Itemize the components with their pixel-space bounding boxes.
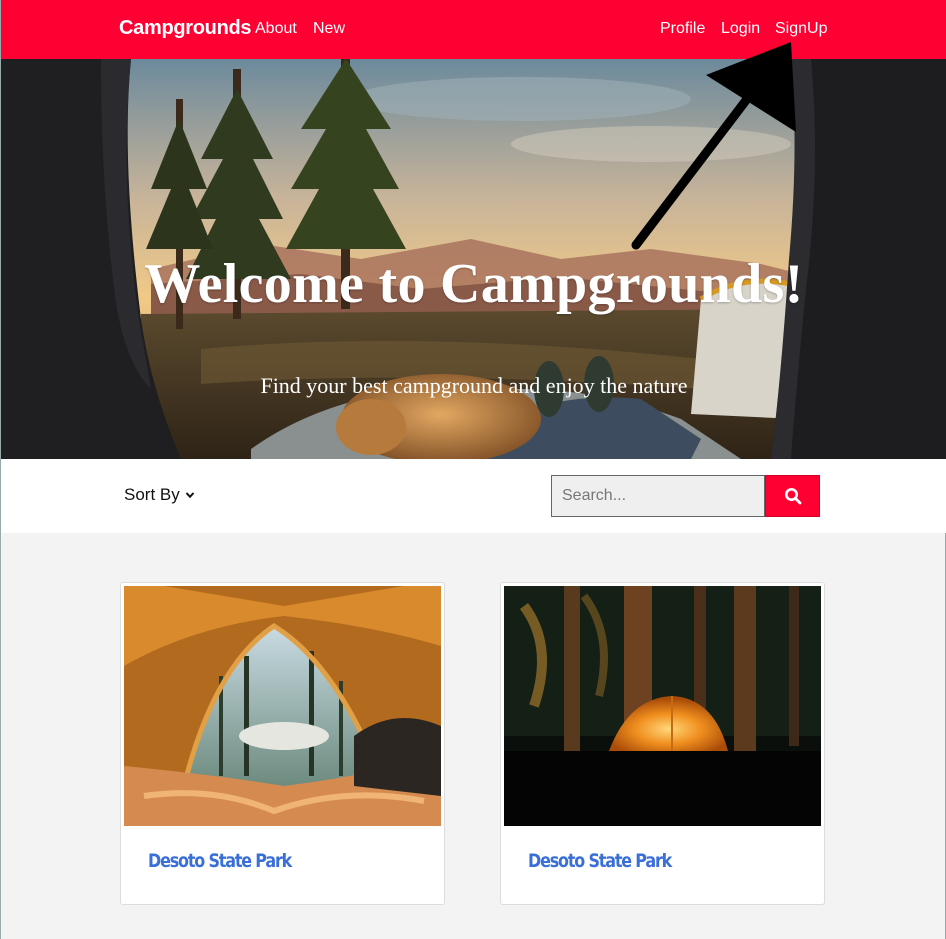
hero-title: Welcome to Campgrounds!	[144, 253, 804, 315]
chevron-down-icon	[185, 492, 194, 499]
campground-title-link[interactable]: Desoto State Park	[148, 850, 292, 872]
brand-logo-link[interactable]: Campgrounds	[119, 17, 252, 40]
campground-image[interactable]	[504, 586, 821, 826]
campground-image[interactable]	[124, 586, 441, 826]
campground-card[interactable]: Desoto State Park	[500, 582, 825, 905]
navbar: Campgrounds About New Profile Login Sign…	[1, 0, 946, 59]
hero-banner: Welcome to Campgrounds! Find your best c…	[1, 59, 946, 459]
nav-link-signup[interactable]: SignUp	[775, 20, 827, 38]
hero-subtitle: Find your best campground and enjoy the …	[260, 373, 688, 398]
nav-link-login[interactable]: Login	[721, 20, 760, 38]
sort-by-label: Sort By	[124, 485, 180, 504]
campground-title-link[interactable]: Desoto State Park	[528, 850, 672, 872]
sort-by-dropdown[interactable]: Sort By	[124, 485, 195, 505]
search-input[interactable]	[551, 475, 765, 517]
search-button[interactable]	[765, 475, 820, 517]
nav-link-new[interactable]: New	[313, 20, 345, 38]
nav-link-profile[interactable]: Profile	[660, 20, 705, 38]
campground-card[interactable]: Desoto State Park	[120, 582, 445, 905]
search-icon	[784, 488, 801, 505]
nav-link-about[interactable]: About	[255, 20, 297, 38]
